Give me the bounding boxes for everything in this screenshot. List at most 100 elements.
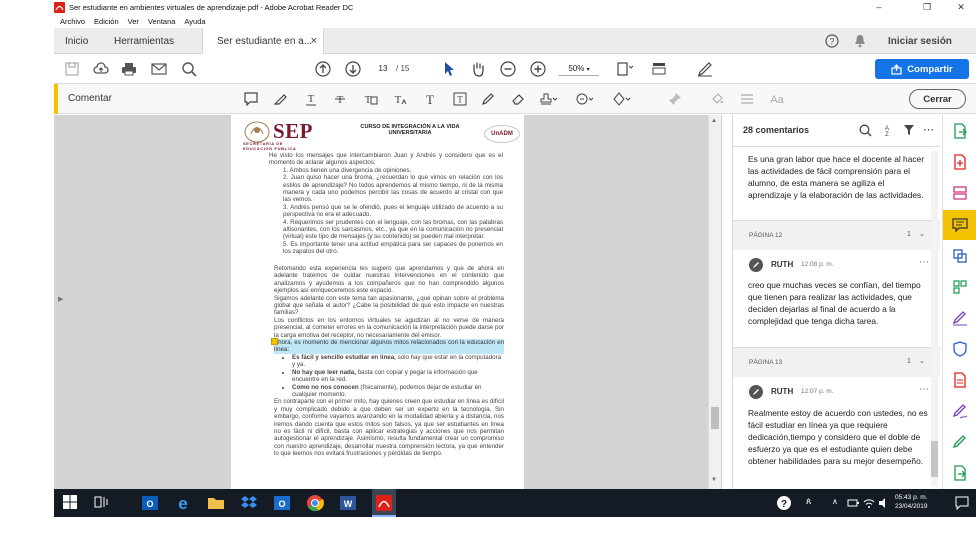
font-size-icon[interactable]: Aa xyxy=(767,89,787,109)
tab-inicio[interactable]: Inicio xyxy=(65,28,88,54)
acrobat-taskbar-button[interactable] xyxy=(372,489,396,517)
next-page-button[interactable] xyxy=(343,59,363,79)
scroll-up-icon[interactable]: ▲ xyxy=(711,118,717,124)
close-window-button[interactable]: ✕ xyxy=(946,0,976,14)
collapse-left-panel-icon[interactable]: ▶ xyxy=(58,295,63,303)
combine-files-icon[interactable] xyxy=(952,248,968,264)
minimize-button[interactable]: – xyxy=(864,0,894,14)
menu-ayuda[interactable]: Ayuda xyxy=(184,17,205,26)
print-icon[interactable] xyxy=(119,59,139,79)
zoom-level-select[interactable]: 50% ▾ xyxy=(559,62,599,76)
save-icon[interactable] xyxy=(62,59,82,79)
shapes-icon[interactable] xyxy=(612,89,632,109)
menu-ventana[interactable]: Ventana xyxy=(148,17,176,26)
create-pdf-icon[interactable] xyxy=(952,154,968,170)
sign-in-link[interactable]: Iniciar sesión xyxy=(888,28,952,54)
word-icon[interactable]: W xyxy=(339,494,357,512)
chevron-down-icon[interactable]: ⌄ xyxy=(919,357,925,365)
notifications-bell-icon[interactable] xyxy=(853,34,867,48)
pin-icon[interactable] xyxy=(665,89,685,109)
find-zoom-icon[interactable] xyxy=(179,59,199,79)
page-group-header[interactable]: PÁGINA 13 1 ⌄ xyxy=(733,347,940,377)
document-scrollbar[interactable]: ▲ ▼ xyxy=(708,115,721,489)
select-arrow-icon[interactable] xyxy=(439,59,459,79)
sort-icon[interactable]: AZ xyxy=(881,123,893,137)
outlook-icon-2[interactable]: O xyxy=(273,494,291,512)
action-center-icon[interactable] xyxy=(955,496,973,514)
pencil-icon[interactable] xyxy=(478,89,498,109)
eraser-icon[interactable] xyxy=(508,89,528,109)
tab-document[interactable]: Ser estudiante en a... × xyxy=(202,28,324,54)
tab-herramientas[interactable]: Herramientas xyxy=(114,28,174,54)
fill-and-sign-icon[interactable] xyxy=(952,310,968,326)
filter-icon[interactable] xyxy=(903,124,915,136)
attach-file-icon[interactable] xyxy=(575,89,595,109)
zoom-in-button[interactable] xyxy=(528,59,548,79)
comment-marker-icon[interactable] xyxy=(271,338,278,345)
windows-start-icon[interactable] xyxy=(63,495,81,513)
email-icon[interactable] xyxy=(149,59,169,79)
comment-tool-active[interactable] xyxy=(943,210,976,240)
scroll-down-icon[interactable]: ▼ xyxy=(711,477,717,483)
edit-pdf-icon[interactable] xyxy=(952,185,968,201)
highlighted-text[interactable]: Ahora, es momento de mencionar algunos m… xyxy=(274,339,504,354)
highlight-pen-icon[interactable] xyxy=(270,89,290,109)
scroll-mode-icon[interactable] xyxy=(650,59,670,79)
task-view-icon[interactable] xyxy=(94,495,112,513)
edge-browser-icon[interactable]: e xyxy=(174,494,192,512)
export-red-icon[interactable] xyxy=(952,372,968,388)
export-green-icon[interactable] xyxy=(952,465,968,481)
protect-shield-icon[interactable] xyxy=(952,341,968,357)
more-tools-icon[interactable] xyxy=(952,434,968,450)
organize-pages-icon[interactable] xyxy=(952,279,968,295)
menu-ver[interactable]: Ver xyxy=(128,17,139,26)
fill-color-icon[interactable] xyxy=(707,89,727,109)
stamp-icon[interactable] xyxy=(538,89,558,109)
dropbox-icon[interactable] xyxy=(240,494,258,512)
help-icon[interactable]: ? xyxy=(825,34,839,48)
people-tray-icon[interactable]: ጰ xyxy=(806,496,824,514)
more-options-icon[interactable]: ⋯ xyxy=(923,123,935,136)
menu-edicion[interactable]: Edición xyxy=(94,17,119,26)
comments-scroll-thumb[interactable] xyxy=(931,441,938,477)
hand-tool-icon[interactable] xyxy=(468,59,488,79)
volume-icon[interactable] xyxy=(877,496,895,514)
line-weight-icon[interactable] xyxy=(737,89,757,109)
comment-text[interactable]: Realmente estoy de acuerdo con ustedes, … xyxy=(748,407,930,467)
fill-sign-icon[interactable] xyxy=(695,59,715,79)
outlook-icon[interactable]: O xyxy=(141,494,159,512)
page-fit-icon[interactable] xyxy=(615,59,635,79)
menu-archivo[interactable]: Archivo xyxy=(60,17,85,26)
underline-text-icon[interactable]: T xyxy=(301,89,321,109)
previous-page-button[interactable] xyxy=(313,59,333,79)
text-box-icon[interactable]: T xyxy=(450,89,470,109)
page-group-header[interactable]: PÁGINA 12 1 ⌄ xyxy=(733,220,940,250)
page-number-input[interactable]: 13 xyxy=(372,62,394,76)
add-text-icon[interactable]: T xyxy=(420,89,440,109)
insert-text-icon[interactable]: T xyxy=(390,89,410,109)
sticky-note-icon[interactable] xyxy=(241,89,261,109)
file-explorer-icon[interactable] xyxy=(207,494,225,512)
send-for-signature-icon[interactable] xyxy=(952,403,968,419)
comment-more-icon[interactable]: ⋯ xyxy=(919,384,929,395)
strikethrough-text-icon[interactable]: T xyxy=(330,89,350,109)
scroll-thumb[interactable] xyxy=(711,407,719,429)
zoom-out-button[interactable] xyxy=(498,59,518,79)
comment-text[interactable]: creo que muchas veces se confían, del ti… xyxy=(748,279,928,327)
comment-text-first[interactable]: Es una gran labor que hace el docente al… xyxy=(748,153,928,201)
cloud-upload-icon[interactable] xyxy=(91,59,111,79)
chrome-icon[interactable] xyxy=(306,494,324,512)
share-button[interactable]: Compartir xyxy=(875,59,969,79)
replace-text-icon[interactable]: T xyxy=(360,89,380,109)
maximize-button[interactable]: ❐ xyxy=(912,0,942,14)
tab-close-button[interactable]: × xyxy=(311,35,317,47)
pdf-page[interactable]: SEP SECRETARÍA DE EDUCACIÓN PÚBLICA CURS… xyxy=(231,115,524,489)
chevron-down-icon[interactable]: ⌄ xyxy=(919,230,925,238)
comments-scrollbar[interactable] xyxy=(931,151,938,487)
export-pdf-icon[interactable] xyxy=(952,123,968,139)
search-icon[interactable] xyxy=(859,124,872,137)
clock[interactable]: 05:43 p. m. 23/04/2019 xyxy=(895,493,928,511)
close-comment-button[interactable]: Cerrar xyxy=(909,89,966,109)
help-tray-icon[interactable]: ? xyxy=(776,495,794,513)
comment-more-icon[interactable]: ⋯ xyxy=(919,257,929,268)
